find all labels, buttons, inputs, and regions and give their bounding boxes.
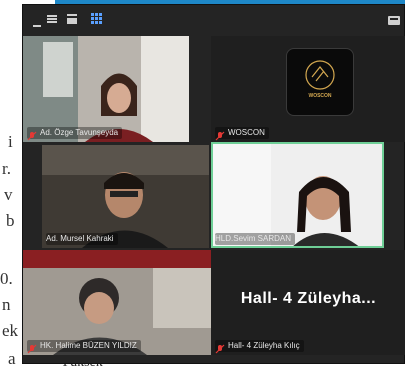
participant-tile[interactable]: Ad. Özge Tavunşeyda: [23, 36, 189, 142]
doc-fragment: b: [6, 211, 15, 230]
minimize-icon[interactable]: [33, 15, 41, 33]
menu-icon[interactable]: [47, 11, 57, 29]
doc-fragment: n: [2, 295, 11, 314]
speaker-view-icon[interactable]: [67, 11, 77, 29]
participant-tile[interactable]: Ad. Mursel Kahraki: [42, 145, 209, 248]
participant-tile[interactable]: Hall- 4 Züleyha... Hall- 4 Züleyha Kılıç: [211, 250, 405, 355]
participant-name-label: Ad. Özge Tavunşeyda: [27, 127, 123, 141]
doc-fragment: r.: [2, 159, 11, 178]
muted-mic-icon: [215, 341, 225, 354]
participant-name-label: Hall- 4 Züleyha Kılıç: [215, 340, 304, 354]
participant-tile[interactable]: WOSCON WOSCON: [211, 36, 405, 142]
participant-tile[interactable]: HK. Halime BÜZEN YILDIZ: [23, 250, 211, 355]
doc-fragment: 0.: [0, 269, 13, 288]
muted-mic-icon: [27, 128, 37, 141]
woscon-logo: WOSCON: [286, 48, 354, 116]
muted-mic-icon: [27, 341, 37, 354]
doc-fragment: ek: [2, 321, 19, 340]
participant-tile-active-speaker[interactable]: HLD.Sevim SARDAN: [211, 142, 384, 248]
participant-name-label: HLD.Sevim SARDAN: [215, 233, 296, 245]
meeting-window: Ad. Özge Tavunşeyda WOSCON WOSCON Ad. Mu…: [22, 4, 405, 364]
participant-name-label: WOSCON: [215, 127, 269, 141]
meeting-toolbar: [23, 5, 404, 29]
doc-fragment: a: [8, 349, 16, 368]
doc-fragment: i: [8, 132, 13, 151]
participant-display-name: Hall- 4 Züleyha...: [240, 290, 377, 307]
participant-name-label: Ad. Mursel Kahraki: [46, 233, 118, 245]
participant-name-label: HK. Halime BÜZEN YILDIZ: [27, 340, 141, 354]
more-icon[interactable]: [388, 12, 400, 30]
doc-fragment: v: [4, 185, 13, 204]
muted-mic-icon: [215, 128, 225, 141]
gallery-view-icon[interactable]: [91, 11, 102, 29]
